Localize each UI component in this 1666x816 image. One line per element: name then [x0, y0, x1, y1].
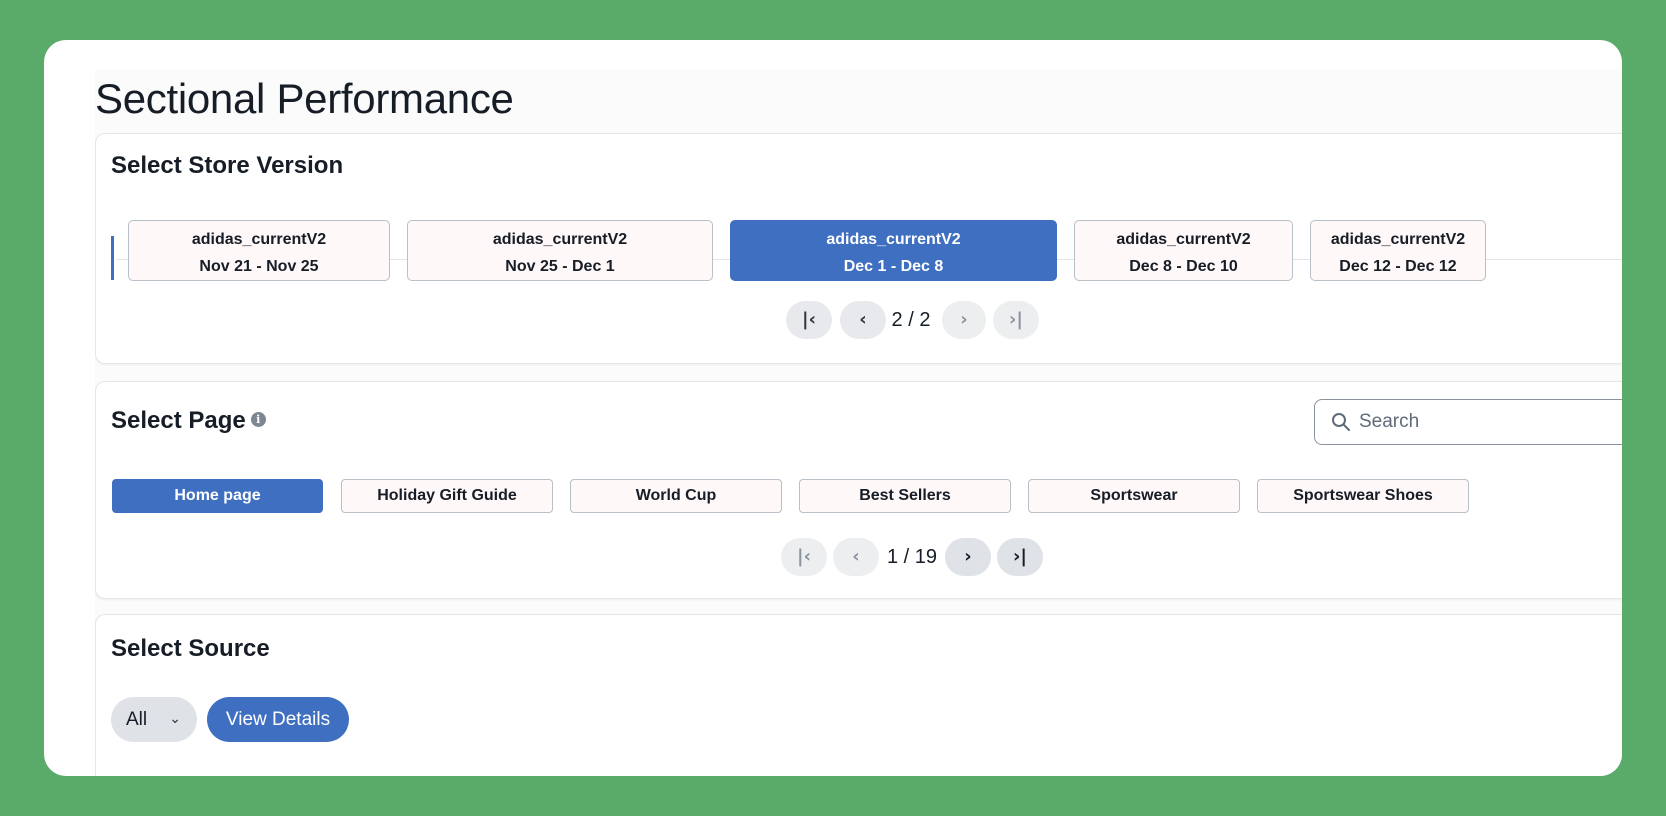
pagination-label: 2 / 2: [891, 309, 931, 331]
page-option[interactable]: Sportswear: [1028, 479, 1240, 513]
store-version-option[interactable]: adidas_currentV2 Dec 8 - Dec 10: [1074, 220, 1293, 281]
dropdown-value: All: [126, 709, 148, 730]
page-option-selected[interactable]: Home page: [112, 479, 323, 513]
store-version-option[interactable]: adidas_currentV2 Nov 25 - Dec 1: [407, 220, 713, 281]
info-icon[interactable]: i: [250, 412, 266, 428]
chevron-down-icon: ⌄: [169, 711, 181, 727]
version-dates: Nov 21 - Nov 25: [199, 258, 319, 275]
page-title: Sectional Performance: [95, 75, 514, 122]
chevron-left-icon[interactable]: ‹: [840, 301, 886, 339]
pagination-label: 1 / 19: [886, 546, 938, 568]
version-name: adidas_currentV2: [1116, 231, 1251, 248]
page-select-title-text: Select Page: [111, 407, 246, 434]
timeline-marker: [111, 236, 114, 280]
last-page-icon[interactable]: ›|: [993, 301, 1039, 339]
page-select-panel: Select Pagei Home page Holiday Gift Guid…: [95, 381, 1622, 599]
page-pagination: |‹ ‹ 1 / 19 › ›|: [781, 538, 1051, 576]
version-name: adidas_currentV2: [191, 231, 327, 248]
chevron-right-icon[interactable]: ›: [942, 301, 986, 339]
store-version-panel: Select Store Version adidas_currentV2 No…: [95, 133, 1622, 364]
version-name: adidas_currentV2: [1330, 231, 1466, 248]
search-input[interactable]: [1359, 408, 1609, 436]
version-dates: Dec 1 - Dec 8: [843, 258, 944, 275]
store-version-title: Select Store Version: [111, 152, 344, 179]
version-dates: Dec 12 - Dec 12: [1339, 258, 1457, 275]
page-option[interactable]: Sportswear Shoes: [1257, 479, 1469, 513]
view-details-button[interactable]: View Details: [207, 697, 349, 742]
last-page-icon[interactable]: ›|: [997, 538, 1043, 576]
first-page-icon[interactable]: |‹: [786, 301, 832, 339]
version-name: adidas_currentV2: [826, 231, 961, 248]
content-card: Sectional Performance Select Store Versi…: [44, 40, 1622, 776]
version-dates: Dec 8 - Dec 10: [1129, 258, 1238, 275]
page-option[interactable]: Best Sellers: [799, 479, 1011, 513]
source-panel: Select Source All ⌄ View Details: [95, 614, 1622, 776]
store-version-option-selected[interactable]: adidas_currentV2 Dec 1 - Dec 8: [730, 220, 1057, 281]
chevron-left-icon[interactable]: ‹: [833, 538, 879, 576]
main-area: Sectional Performance Select Store Versi…: [95, 69, 1622, 776]
source-title: Select Source: [111, 635, 270, 662]
page-option[interactable]: World Cup: [570, 479, 782, 513]
store-version-option[interactable]: adidas_currentV2 Dec 12 - Dec 12: [1310, 220, 1486, 281]
page-option[interactable]: Holiday Gift Guide: [341, 479, 553, 513]
page-select-title: Select Page i: [111, 407, 266, 435]
source-dropdown[interactable]: All ⌄: [111, 697, 197, 742]
first-page-icon[interactable]: |‹: [781, 538, 827, 576]
search-icon: [1332, 413, 1350, 431]
version-name: adidas_currentV2: [492, 231, 628, 248]
page-search[interactable]: [1314, 399, 1622, 445]
version-dates: Nov 25 - Dec 1: [505, 258, 615, 275]
chevron-right-icon[interactable]: ›: [945, 538, 991, 576]
store-version-pagination: |‹ ‹ 2 / 2 › ›|: [786, 301, 1046, 339]
store-version-option[interactable]: adidas_currentV2 Nov 21 - Nov 25: [128, 220, 390, 281]
